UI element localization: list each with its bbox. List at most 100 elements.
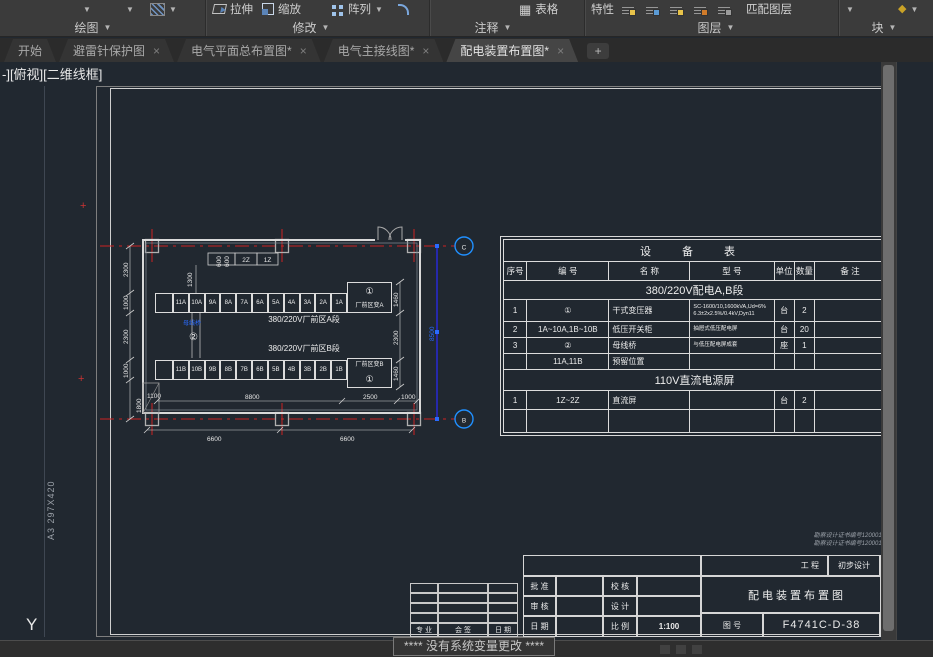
viewport-edge-line xyxy=(896,62,897,657)
switchgear-cell: 6B xyxy=(252,360,268,380)
certificate-note: 勘察设计证书编号120001-xj 勘察设计证书编号120001-kj xyxy=(813,533,888,547)
viewport-controls[interactable]: -][俯视][二维线框] xyxy=(2,64,102,83)
drawing-number-value: F4741C-D-38 xyxy=(763,613,880,637)
file-tab[interactable]: 避雷针保护图 × xyxy=(59,39,174,62)
table-header-cell: 备 注 xyxy=(814,261,886,281)
block-edit-button[interactable]: ◆ ▼ xyxy=(898,1,918,17)
design-value xyxy=(637,596,701,616)
stretch-icon xyxy=(211,4,228,14)
table-button[interactable]: ▦ 表格 xyxy=(519,1,558,17)
flyout-arrow-icon[interactable]: ▼ xyxy=(126,1,134,17)
layer-tool-button[interactable] xyxy=(718,1,732,17)
panel-separator xyxy=(205,0,207,36)
table-row: 380/220V配电A,B段 xyxy=(503,280,886,300)
file-tab[interactable]: 电气主接线图* × xyxy=(324,39,444,62)
layer-tool-button[interactable] xyxy=(646,1,660,17)
match-layer-button[interactable]: 匹配图层 xyxy=(746,1,792,17)
switchgear-cell: 7A xyxy=(236,293,253,313)
dim-text: 2300 xyxy=(123,329,130,344)
file-tab[interactable]: 电气平面总布置图* × xyxy=(177,39,321,62)
switchgear-cell: 8A xyxy=(220,293,237,313)
panel-annotate[interactable]: 注释 ▼ xyxy=(458,19,528,36)
stretch-button[interactable]: 拉伸 xyxy=(211,1,253,17)
array-button[interactable]: 阵列 ▼ xyxy=(330,1,383,17)
dc-cell-label: 1Z xyxy=(264,257,272,264)
hatch-icon xyxy=(150,2,165,16)
switchgear-cell: 9B xyxy=(204,360,221,380)
busbar-bridge-label: 母线桥 xyxy=(183,321,202,327)
file-tab-label: 电气平面总布置图* xyxy=(191,44,292,58)
dim-text: 1460 xyxy=(393,292,400,307)
table-cell xyxy=(814,337,886,354)
panel-modify[interactable]: 修改 ▼ xyxy=(276,19,346,36)
date-col-label: 日 期 xyxy=(488,623,518,637)
table-cell xyxy=(793,353,816,370)
file-tab[interactable]: 配电装置布置图* × xyxy=(446,39,578,62)
status-icon[interactable] xyxy=(692,645,702,654)
title-block: 工 程 初步设计 设计阶段 批 准 校 核 审 核 设 计 日 期 比 例 1:… xyxy=(523,555,893,637)
switchgear-cell: 1B xyxy=(331,360,347,380)
layer-tool-button[interactable] xyxy=(622,1,636,17)
vertical-scrollbar[interactable] xyxy=(881,62,896,657)
scrollbar-thumb[interactable] xyxy=(883,65,894,631)
title-block-blank xyxy=(523,555,701,576)
panel-separator xyxy=(429,0,431,36)
dim-text: 2300 xyxy=(393,330,400,345)
tab-close-icon[interactable]: × xyxy=(422,44,429,58)
fillet-icon xyxy=(398,3,409,15)
table-cell: 3 xyxy=(502,337,528,354)
drawing-number-label: 图 号 xyxy=(701,613,763,637)
layer-off-icon xyxy=(718,4,732,16)
scale-button[interactable]: 缩放 xyxy=(262,1,301,17)
flyout-arrow-icon[interactable]: ▼ xyxy=(846,1,854,17)
grid-mark: + xyxy=(80,200,87,212)
layer-tool-button[interactable] xyxy=(670,1,684,17)
table-cell xyxy=(502,409,528,433)
layer-properties-button[interactable]: 特性 xyxy=(591,1,614,17)
table-cell: 台 xyxy=(773,321,795,338)
hatch-tool-button[interactable]: ▼ xyxy=(150,1,177,17)
table-header-cell: 型 号 xyxy=(689,261,775,281)
table-cell xyxy=(608,409,691,433)
table-cell: 1A~10A,1B~10B xyxy=(526,321,610,338)
tab-close-icon[interactable]: × xyxy=(153,44,160,58)
panel-layers[interactable]: 图层 ▼ xyxy=(681,19,751,36)
status-icon[interactable] xyxy=(676,645,686,654)
symbol-1-marker: ① xyxy=(365,373,374,384)
table-cell xyxy=(814,321,886,338)
array-icon xyxy=(332,5,336,9)
switchgear-cell: 11A xyxy=(173,293,189,313)
table-cell: 11A,11B xyxy=(526,353,610,370)
switchgear-cell: 6A xyxy=(252,293,268,313)
file-tab[interactable]: 开始 xyxy=(4,39,56,62)
table-cell: SC-1600/10,1600kVA,Ud=6% 6.3±2x2.5%/0.4k… xyxy=(689,299,775,322)
panel-block[interactable]: 块 ▼ xyxy=(849,19,919,36)
file-tab-label: 避雷针保护图 xyxy=(73,44,146,58)
layer-tool-button[interactable] xyxy=(694,1,708,17)
date-label: 日 期 xyxy=(523,616,556,637)
switchgear-cell: 5B xyxy=(267,360,284,380)
system-variable-tooltip: **** 没有系统变量更改 **** xyxy=(393,637,556,656)
table-cell: 2 xyxy=(793,390,816,410)
file-tab-label: 配电装置布置图* xyxy=(460,44,550,58)
dim-text: 1000 xyxy=(401,394,416,401)
model-space-viewport[interactable]: -][俯视][二维线框] A3 297X420 + + 2Z 1Z 600 60… xyxy=(0,62,933,657)
status-icon[interactable] xyxy=(660,645,670,654)
dim-text-selected[interactable]: 8500 xyxy=(429,326,436,341)
fillet-button[interactable] xyxy=(398,1,409,17)
tab-close-icon[interactable]: × xyxy=(557,44,564,58)
panel-draw[interactable]: 绘图 ▼ xyxy=(58,19,128,36)
equipment-table: 设 备 表序号编 号名 称型 号单位 数量备 注 380/220V配电A,B段 1 ① 干… xyxy=(500,236,889,436)
switchgear-cell: 3A xyxy=(299,293,316,313)
tab-close-icon[interactable]: × xyxy=(300,44,307,58)
new-tab-button[interactable]: + xyxy=(587,43,610,59)
symbol-2-marker: ② xyxy=(189,332,198,343)
table-header-cell: 名 称 xyxy=(608,261,691,281)
file-tab-label: 开始 xyxy=(18,44,43,58)
layer-lock-icon xyxy=(694,4,708,16)
ribbon: ▼ ▼ ▼ 拉伸 缩放 阵列 ▼ ▦ 表格 特性 匹配图层 ▼ ◆ ▼ 绘图 ▼ 修改 ▼… xyxy=(0,0,933,37)
flyout-arrow-icon[interactable]: ▼ xyxy=(83,1,91,17)
review-label: 审 核 xyxy=(523,596,556,616)
dc-cell-label: 2Z xyxy=(242,257,250,264)
table-cell xyxy=(814,390,886,410)
